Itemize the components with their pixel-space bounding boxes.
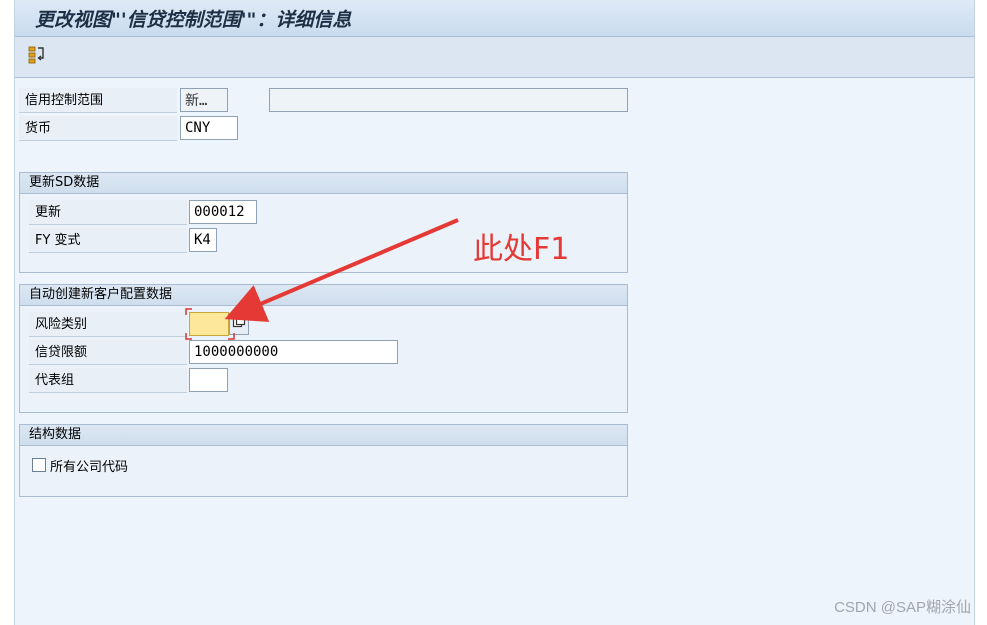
annotation-text: 此处F1	[473, 232, 570, 267]
annotation-arrow	[224, 218, 459, 322]
watermark: CSDN @SAP糊涂仙	[834, 599, 971, 616]
